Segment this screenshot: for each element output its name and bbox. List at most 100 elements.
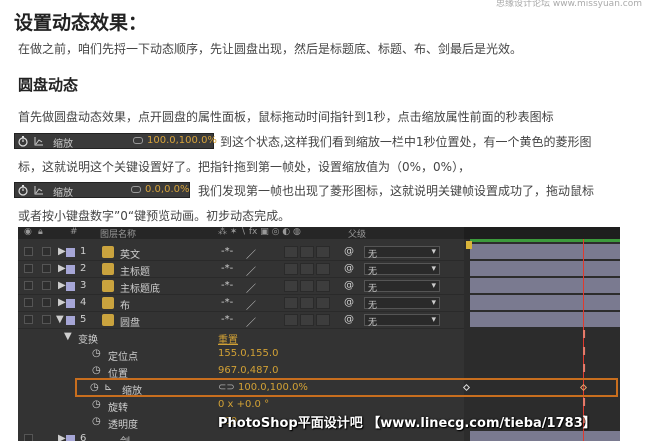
property-row-anchor[interactable]: ◷ 定位点 155.0,155.0 <box>18 346 464 363</box>
stopwatch-icon[interactable]: ◷ <box>92 365 101 376</box>
page-title: 设置动态效果： <box>14 12 148 34</box>
bottom-watermark: PhotoShop平面设计吧 【www.linecg.com/tieba/178… <box>218 416 596 431</box>
parent-dropdown[interactable]: 无 ▾ <box>364 297 440 311</box>
label-color[interactable] <box>66 282 75 291</box>
expand-arrow-icon[interactable]: ▶ <box>58 263 66 274</box>
visibility-toggle[interactable] <box>24 434 33 441</box>
switch-box[interactable] <box>300 280 314 292</box>
quality-switch-icon[interactable]: ／ <box>246 297 256 312</box>
expand-arrow-icon[interactable]: ▶ <box>58 280 66 291</box>
parent-dropdown[interactable]: 无 ▾ <box>364 314 440 328</box>
switch-box[interactable] <box>316 297 330 309</box>
shy-switch-icon[interactable]: -*- <box>221 297 233 308</box>
collapse-arrow-icon[interactable]: ▼ <box>56 314 64 325</box>
parent-dropdown[interactable]: 无 ▾ <box>364 263 440 277</box>
layer-number: 1 <box>80 246 87 257</box>
layer-row-selected[interactable]: ▼ 5 圆盘 -*- ／ @ 无 ▾ <box>18 312 464 329</box>
parent-dropdown[interactable]: 无 ▾ <box>364 280 440 294</box>
pick-whip-icon[interactable]: @ <box>344 246 354 257</box>
quality-switch-icon[interactable]: ／ <box>246 246 256 261</box>
property-value[interactable]: 967.0,487.0 <box>218 365 278 376</box>
lock-toggle[interactable] <box>42 247 51 256</box>
quality-switch-icon[interactable]: ／ <box>246 280 256 295</box>
lock-toggle[interactable] <box>42 298 51 307</box>
switch-box[interactable] <box>284 314 298 326</box>
shy-switch-icon[interactable]: -*- <box>221 280 233 291</box>
transform-group-row[interactable]: ▼ 变换 重置 <box>18 329 464 346</box>
switch-box[interactable] <box>284 280 298 292</box>
layer-name[interactable]: 主标题底 <box>120 280 160 295</box>
switch-box[interactable] <box>316 280 330 292</box>
switch-box[interactable] <box>300 314 314 326</box>
layer-name[interactable]: 圆盘 <box>120 314 140 329</box>
switch-box[interactable] <box>316 314 330 326</box>
lock-toggle[interactable] <box>42 315 51 324</box>
quality-switch-icon[interactable]: ／ <box>246 263 256 278</box>
visibility-toggle[interactable] <box>24 315 33 324</box>
stopwatch-icon[interactable]: ◷ <box>92 399 101 410</box>
layer-bar[interactable] <box>470 261 620 276</box>
layer-name[interactable]: 剑 <box>120 433 130 441</box>
collapse-arrow-icon[interactable]: ▼ <box>64 331 72 342</box>
pick-whip-icon[interactable]: @ <box>344 280 354 291</box>
shy-switch-icon[interactable]: -*- <box>221 263 233 274</box>
lock-toggle[interactable] <box>42 264 51 273</box>
timeline-track-area[interactable] <box>464 227 620 441</box>
layer-name-header[interactable]: 图层名称 <box>100 227 136 240</box>
visibility-toggle[interactable] <box>24 247 33 256</box>
layer-row[interactable]: ▶ 3 主标题底 -*- ／ @ 无 ▾ <box>18 278 464 295</box>
work-area-bar[interactable] <box>470 239 620 242</box>
stopwatch-icon[interactable]: ◷ <box>92 416 101 427</box>
switch-box[interactable] <box>284 246 298 258</box>
expand-arrow-icon[interactable]: ▶ <box>58 246 66 257</box>
label-color[interactable] <box>66 299 75 308</box>
parent-dropdown[interactable]: 无 ▾ <box>364 246 440 260</box>
label-color[interactable] <box>66 248 75 257</box>
switch-box[interactable] <box>284 263 298 275</box>
layer-bar[interactable] <box>470 244 620 259</box>
switch-box[interactable] <box>300 246 314 258</box>
layer-row[interactable]: ▶ 1 英文 -*- ／ @ 无 ▾ <box>18 244 464 261</box>
label-color[interactable] <box>66 435 75 441</box>
visibility-toggle[interactable] <box>24 264 33 273</box>
layer-bar[interactable] <box>470 295 620 310</box>
expand-arrow-icon[interactable]: ▶ <box>58 297 66 308</box>
layer-row[interactable]: ▶ 6 剑 <box>18 431 464 441</box>
stopwatch-icon[interactable]: ◷ <box>92 348 101 359</box>
shy-switch-icon[interactable]: -*- <box>221 314 233 325</box>
switch-box[interactable] <box>300 263 314 275</box>
pick-whip-icon[interactable]: @ <box>344 314 354 325</box>
expand-arrow-icon[interactable]: ▶ <box>58 433 66 441</box>
property-value[interactable]: 155.0,155.0 <box>218 348 278 359</box>
switch-box[interactable] <box>316 246 330 258</box>
switch-box[interactable] <box>284 297 298 309</box>
quality-switch-icon[interactable]: ／ <box>246 314 256 329</box>
layer-name[interactable]: 主标题 <box>120 263 150 278</box>
composition-icon <box>102 263 114 275</box>
switch-box[interactable] <box>316 263 330 275</box>
reset-link[interactable]: 重置 <box>218 331 238 346</box>
pick-whip-icon[interactable]: @ <box>344 297 354 308</box>
dropdown-arrow-icon: ▾ <box>431 247 436 257</box>
layer-bar[interactable] <box>470 431 620 441</box>
visibility-toggle[interactable] <box>24 298 33 307</box>
pick-whip-icon[interactable]: @ <box>344 263 354 274</box>
label-color[interactable] <box>66 265 75 274</box>
time-ruler[interactable] <box>464 227 620 239</box>
layer-bar[interactable] <box>470 312 620 327</box>
composition-icon <box>102 246 114 258</box>
visibility-toggle[interactable] <box>24 281 33 290</box>
lock-toggle[interactable] <box>42 281 51 290</box>
property-value[interactable]: 0 x +0.0 ° <box>218 399 269 410</box>
label-color[interactable] <box>66 316 75 325</box>
shy-switch-icon[interactable]: -*- <box>221 246 233 257</box>
layer-name[interactable]: 英文 <box>120 246 140 261</box>
work-area-start-handle[interactable] <box>466 241 472 249</box>
parent-header[interactable]: 父级 <box>348 227 366 240</box>
layer-bar[interactable] <box>470 278 620 293</box>
layer-row[interactable]: ▶ 2 主标题 -*- ／ @ 无 ▾ <box>18 261 464 278</box>
switch-box[interactable] <box>300 297 314 309</box>
layer-name[interactable]: 布 <box>120 297 130 312</box>
graph-icon <box>34 137 43 146</box>
layer-row[interactable]: ▶ 4 布 -*- ／ @ 无 ▾ <box>18 295 464 312</box>
